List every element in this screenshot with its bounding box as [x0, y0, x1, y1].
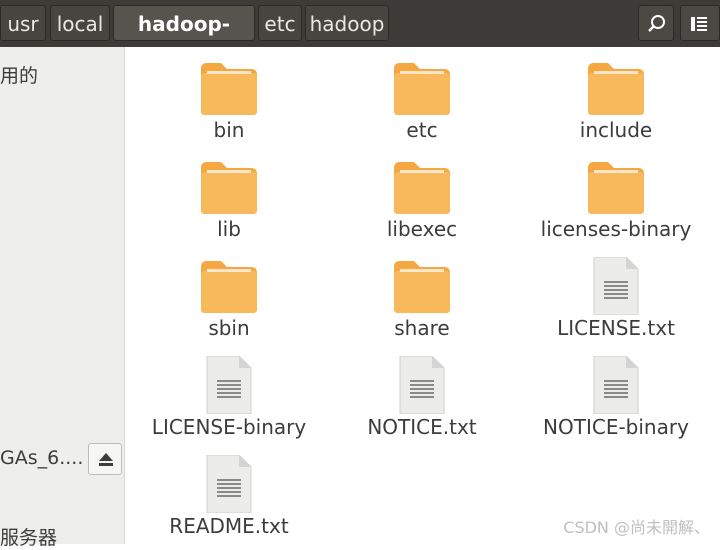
folder-icon [586, 158, 646, 216]
file-name-label: sbin [208, 316, 250, 340]
file-item-lib[interactable]: lib [132, 146, 326, 244]
folder-icon [586, 59, 646, 117]
text-file-icon [586, 355, 646, 415]
file-item-license-binary[interactable]: LICENSE-binary [132, 344, 326, 442]
breadcrumb-etc[interactable]: etc [258, 5, 302, 41]
sidebar-item-device[interactable]: GAs_6.... [0, 447, 83, 469]
folder-icon [392, 158, 452, 216]
file-grid: bin etc include lib libexec licenses-binary sb… [125, 47, 720, 544]
eject-button[interactable] [88, 443, 122, 475]
folder-icon [199, 158, 259, 216]
file-name-label: licenses-binary [540, 217, 692, 241]
text-file-icon [392, 355, 452, 415]
file-item-notice-txt[interactable]: NOTICE.txt [325, 344, 519, 442]
list-view-icon [691, 17, 707, 31]
file-name-label: lib [217, 217, 241, 241]
view-toggle-button[interactable] [680, 5, 720, 41]
breadcrumb-hadoop-3-3-1[interactable]: hadoop-3.3.1 [113, 5, 255, 72]
sidebar: 用的 GAs_6.... 服务器 [0, 47, 125, 549]
file-name-label: libexec [386, 217, 458, 241]
folder-icon [392, 59, 452, 117]
file-name-label: share [394, 316, 450, 340]
file-item-readme-txt[interactable]: README.txt [132, 443, 326, 541]
breadcrumb-local[interactable]: local [50, 5, 110, 41]
file-item-sbin[interactable]: sbin [132, 245, 326, 343]
eject-icon [99, 453, 113, 466]
file-name-label: include [579, 118, 653, 142]
file-name-label: README.txt [169, 514, 289, 538]
file-item-include[interactable]: include [519, 47, 713, 145]
file-item-share[interactable]: share [325, 245, 519, 343]
sidebar-item-network[interactable]: 服务器 [0, 523, 57, 550]
watermark: CSDN @尚未開解、 [563, 518, 710, 537]
search-icon [648, 15, 665, 32]
breadcrumb-hadoop[interactable]: hadoop [305, 5, 389, 41]
file-item-license-txt[interactable]: LICENSE.txt [519, 245, 713, 343]
text-file-icon [586, 256, 646, 316]
breadcrumb-usr[interactable]: usr [0, 5, 46, 41]
sidebar-item-recent[interactable]: 用的 [0, 61, 38, 88]
text-file-icon [199, 355, 259, 415]
file-item-libexec[interactable]: libexec [325, 146, 519, 244]
folder-icon [199, 59, 259, 117]
file-item-etc[interactable]: etc [325, 47, 519, 145]
folder-icon [392, 257, 452, 315]
folder-icon [199, 257, 259, 315]
file-name-label: LICENSE.txt [557, 316, 675, 340]
file-item-licenses-binary[interactable]: licenses-binary [519, 146, 713, 244]
search-button[interactable] [638, 5, 674, 41]
text-file-icon [199, 454, 259, 514]
file-name-label: bin [213, 118, 245, 142]
path-bar: usr local hadoop-3.3.1 etc hadoop [0, 0, 720, 72]
file-name-label: etc [406, 118, 438, 142]
file-name-label: LICENSE-binary [151, 415, 307, 439]
file-name-label: NOTICE.txt [367, 415, 477, 439]
file-item-bin[interactable]: bin [132, 47, 326, 145]
file-item-notice-binary[interactable]: NOTICE-binary [519, 344, 713, 442]
file-name-label: NOTICE-binary [543, 415, 689, 439]
